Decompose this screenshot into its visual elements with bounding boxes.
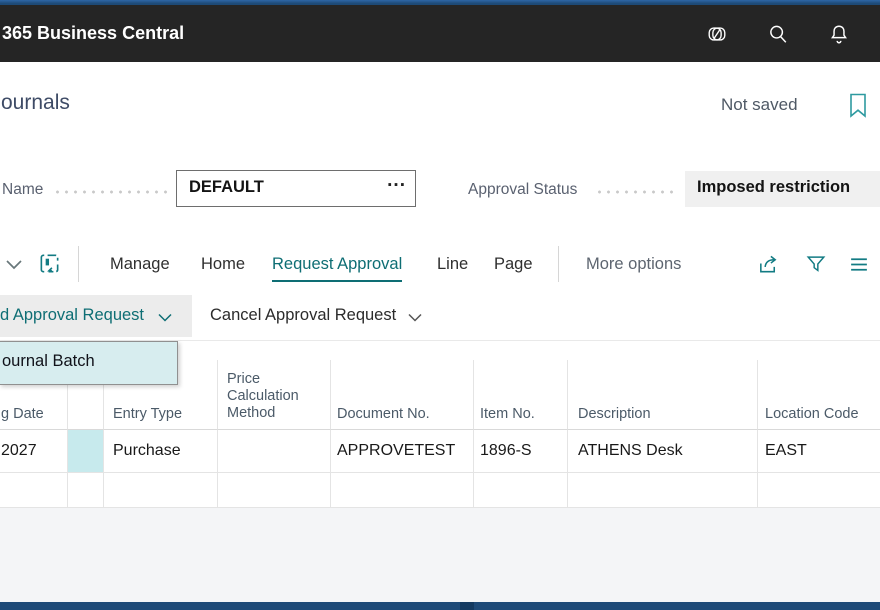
cell-document-no[interactable] <box>331 473 474 508</box>
name-field-label: Name <box>2 181 43 199</box>
copilot-icon[interactable] <box>706 23 728 45</box>
column-header-price-calculation-method[interactable]: Price Calculation Method <box>218 360 331 430</box>
cell-description[interactable]: ATHENS Desk <box>568 430 758 473</box>
chevron-down-icon[interactable] <box>5 258 23 270</box>
assist-edit-button[interactable]: ... <box>387 170 406 192</box>
approval-status-label: Approval Status <box>468 181 577 199</box>
window-bottom-notch <box>460 602 474 610</box>
approval-status-value: Imposed restriction <box>697 178 850 197</box>
menu-home[interactable]: Home <box>201 255 245 274</box>
name-leader-dots <box>53 190 169 194</box>
approval-status-field: Imposed restriction <box>685 171 880 207</box>
share-icon[interactable] <box>757 253 780 276</box>
cell-entry-type[interactable]: Purchase <box>104 430 218 473</box>
toolbar-divider <box>558 246 559 282</box>
menu-manage[interactable]: Manage <box>110 255 170 274</box>
cell-location-code[interactable]: EAST <box>758 430 880 473</box>
business-central-window: 365 Business Central ournals Not saved <box>0 0 880 610</box>
cell-entry-type[interactable] <box>104 473 218 508</box>
app-header: 365 Business Central <box>0 5 880 62</box>
column-header-location-code[interactable]: Location Code <box>758 360 880 430</box>
cell-selection-indicator[interactable] <box>68 430 104 473</box>
menu-item-journal-batch[interactable]: ournal Batch <box>2 352 95 371</box>
journal-name-field[interactable]: DEFAULT ... <box>176 170 416 207</box>
column-header-document-no[interactable]: Document No. <box>331 360 474 430</box>
cell-selection-indicator[interactable] <box>68 473 104 508</box>
cell-item-no[interactable] <box>474 473 568 508</box>
cell-item-no[interactable]: 1896-S <box>474 430 568 473</box>
cell-posting-date[interactable]: 2027 <box>0 430 68 473</box>
more-options-button[interactable]: More options <box>586 255 681 274</box>
menu-request-approval[interactable]: Request Approval <box>272 255 402 282</box>
page-title: ournals <box>1 91 70 115</box>
window-bottom-edge <box>0 602 880 610</box>
cell-price-calculation-method[interactable] <box>218 473 331 508</box>
cell-price-calculation-method[interactable] <box>218 430 331 473</box>
design-mode-icon[interactable] <box>38 252 61 275</box>
toolbar-divider <box>78 246 79 282</box>
chevron-down-icon <box>158 313 172 322</box>
cell-posting-date[interactable] <box>0 473 68 508</box>
save-status: Not saved <box>721 95 798 115</box>
menu-page[interactable]: Page <box>494 255 533 274</box>
cell-document-no[interactable]: APPROVETEST <box>331 430 474 473</box>
column-header-description[interactable]: Description <box>568 360 758 430</box>
bookmark-icon[interactable] <box>848 93 868 118</box>
list-icon[interactable] <box>848 254 870 275</box>
search-icon[interactable] <box>767 23 789 45</box>
filter-icon[interactable] <box>805 253 827 275</box>
send-approval-request-button[interactable]: d Approval Request <box>0 295 192 337</box>
cell-location-code[interactable] <box>758 473 880 508</box>
chevron-down-icon <box>408 313 422 322</box>
app-title: 365 Business Central <box>2 5 184 62</box>
approval-status-leader-dots <box>595 190 673 194</box>
cancel-approval-request-label: Cancel Approval Request <box>210 306 396 325</box>
column-header-item-no[interactable]: Item No. <box>474 360 568 430</box>
send-approval-dropdown-menu: ournal Batch <box>0 341 178 385</box>
send-approval-request-label: d Approval Request <box>0 306 144 325</box>
cell-description[interactable] <box>568 473 758 508</box>
menu-line[interactable]: Line <box>437 255 468 274</box>
journal-name-value: DEFAULT <box>189 178 264 197</box>
notifications-icon[interactable] <box>828 23 850 45</box>
content-background <box>0 508 880 602</box>
